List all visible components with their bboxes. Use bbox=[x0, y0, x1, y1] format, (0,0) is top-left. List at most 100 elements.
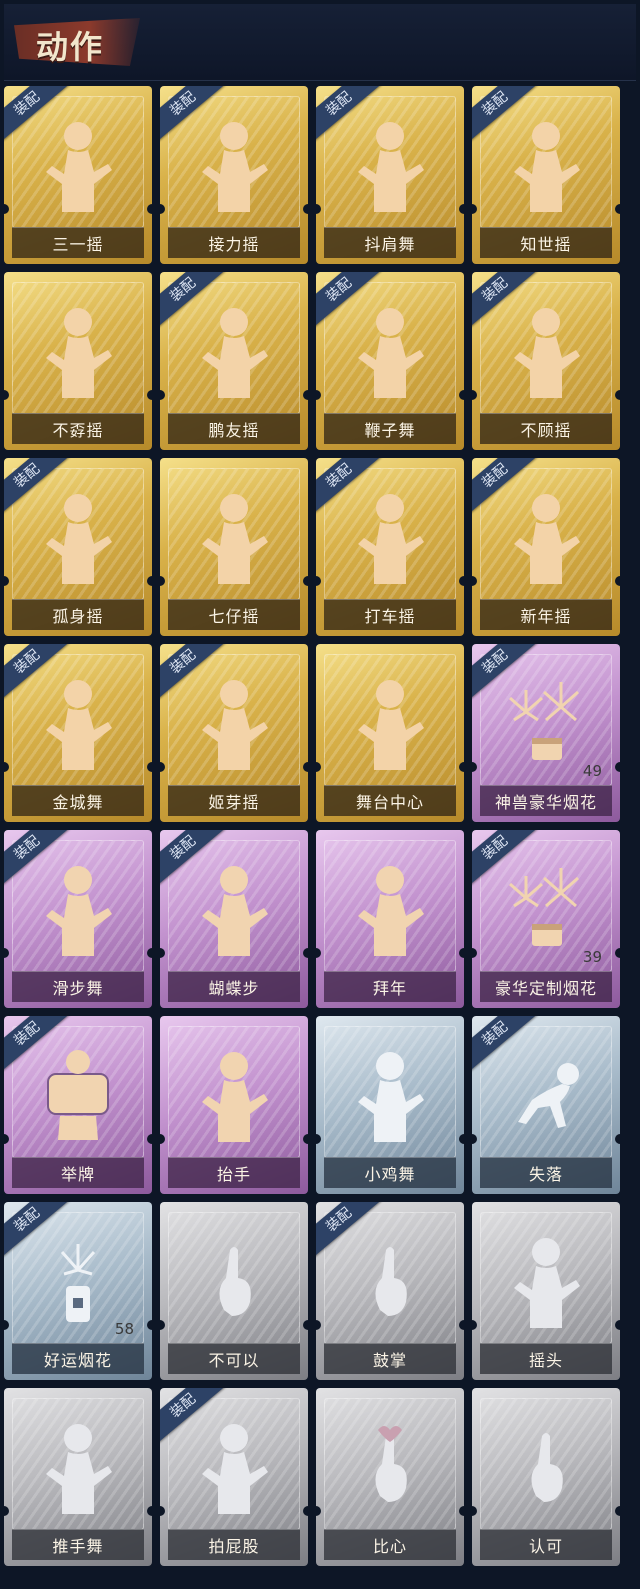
action-name: 举牌 bbox=[60, 1165, 95, 1184]
action-label-bar: 好运烟花 bbox=[12, 1343, 144, 1374]
thumbs-up-icon bbox=[496, 1416, 596, 1516]
action-card[interactable]: 装配 蝴蝶步 bbox=[160, 830, 308, 1008]
card-notch bbox=[472, 948, 477, 958]
card-notch bbox=[4, 1320, 9, 1330]
card-notch bbox=[459, 576, 464, 586]
push-hands-pose-icon bbox=[28, 1416, 128, 1516]
card-notch bbox=[615, 390, 620, 400]
action-name: 滑步舞 bbox=[52, 979, 104, 998]
card-notch bbox=[4, 1134, 9, 1144]
action-grid: 装配 三一摇 装配 接力摇 装配 抖肩舞 装配 知世摇 不孬摇 装配 鹏友摇 装配 鞭子舞 装配 不顾摇 装配… bbox=[4, 86, 620, 1566]
action-card[interactable]: 装配 39 豪华定制烟花 bbox=[472, 830, 620, 1008]
center-stage-pose-icon bbox=[340, 672, 440, 772]
action-name: 孤身摇 bbox=[52, 607, 104, 626]
card-notch bbox=[147, 576, 152, 586]
action-label-bar: 推手舞 bbox=[12, 1529, 144, 1560]
action-card[interactable]: 七仔摇 bbox=[160, 458, 308, 636]
pointing-up-pose-icon bbox=[496, 300, 596, 400]
music-note-pose-icon bbox=[340, 486, 440, 586]
action-card[interactable]: 不可以 bbox=[160, 1202, 308, 1380]
action-label-bar: 新年摇 bbox=[480, 599, 612, 630]
card-notch bbox=[459, 948, 464, 958]
action-card[interactable]: 装配 新年摇 bbox=[472, 458, 620, 636]
card-notch bbox=[303, 390, 308, 400]
card-notch bbox=[472, 762, 477, 772]
action-card[interactable]: 装配 打车摇 bbox=[316, 458, 464, 636]
action-name: 鞭子舞 bbox=[364, 421, 416, 440]
action-label-bar: 滑步舞 bbox=[12, 971, 144, 1002]
card-notch bbox=[303, 1506, 308, 1516]
action-name: 三一摇 bbox=[52, 235, 104, 254]
card-notch bbox=[160, 1134, 165, 1144]
action-card[interactable]: 装配 姬芽摇 bbox=[160, 644, 308, 822]
card-notch bbox=[316, 1320, 321, 1330]
card-notch bbox=[160, 390, 165, 400]
action-label-bar: 金城舞 bbox=[12, 785, 144, 816]
action-card[interactable]: 装配 49 神兽豪华烟花 bbox=[472, 644, 620, 822]
sway-pose-icon bbox=[184, 672, 284, 772]
action-card[interactable]: 装配 金城舞 bbox=[4, 644, 152, 822]
action-label-bar: 拍屁股 bbox=[168, 1529, 300, 1560]
section-title: 动作 bbox=[36, 28, 105, 66]
action-card[interactable]: 装配 抖肩舞 bbox=[316, 86, 464, 264]
action-card[interactable]: 比心 bbox=[316, 1388, 464, 1566]
action-label-bar: 小鸡舞 bbox=[324, 1157, 456, 1188]
card-notch bbox=[160, 1506, 165, 1516]
action-card[interactable]: 装配 拍屁股 bbox=[160, 1388, 308, 1566]
card-notch bbox=[316, 1506, 321, 1516]
heart-dance-pose-icon bbox=[340, 300, 440, 400]
action-card[interactable]: 认可 bbox=[472, 1388, 620, 1566]
action-card[interactable]: 抬手 bbox=[160, 1016, 308, 1194]
action-card[interactable]: 装配 58 好运烟花 bbox=[4, 1202, 152, 1380]
action-label-bar: 比心 bbox=[324, 1529, 456, 1560]
action-card[interactable]: 装配 不顾摇 bbox=[472, 272, 620, 450]
action-name: 推手舞 bbox=[52, 1537, 104, 1556]
action-card[interactable]: 不孬摇 bbox=[4, 272, 152, 450]
action-card[interactable]: 小鸡舞 bbox=[316, 1016, 464, 1194]
section-header: 动作 bbox=[4, 4, 636, 81]
action-card[interactable]: 装配 接力摇 bbox=[160, 86, 308, 264]
action-name: 小鸡舞 bbox=[364, 1165, 416, 1184]
action-label-bar: 摇头 bbox=[480, 1343, 612, 1374]
card-notch bbox=[4, 948, 9, 958]
star-dance-pose-icon bbox=[28, 486, 128, 586]
action-name: 鹏友摇 bbox=[208, 421, 260, 440]
action-card[interactable]: 装配 举牌 bbox=[4, 1016, 152, 1194]
action-name: 神兽豪华烟花 bbox=[494, 793, 597, 812]
clapping-hands-icon bbox=[340, 1230, 440, 1330]
new-year-greeting-pose-icon bbox=[340, 858, 440, 958]
action-label-bar: 舞台中心 bbox=[324, 785, 456, 816]
action-card[interactable]: 舞台中心 bbox=[316, 644, 464, 822]
action-card[interactable]: 摇头 bbox=[472, 1202, 620, 1380]
action-card[interactable]: 装配 失落 bbox=[472, 1016, 620, 1194]
action-label-bar: 蝴蝶步 bbox=[168, 971, 300, 1002]
wave-pose-icon bbox=[28, 672, 128, 772]
card-notch bbox=[147, 1320, 152, 1330]
fireworks-icon bbox=[496, 672, 596, 772]
action-name: 不可以 bbox=[208, 1351, 260, 1370]
card-notch bbox=[4, 1506, 9, 1516]
action-name: 新年摇 bbox=[520, 607, 572, 626]
hands-on-hips-pose-icon bbox=[184, 114, 284, 214]
action-card[interactable]: 装配 鼓掌 bbox=[316, 1202, 464, 1380]
action-card[interactable]: 装配 三一摇 bbox=[4, 86, 152, 264]
card-notch bbox=[160, 948, 165, 958]
action-card[interactable]: 装配 知世摇 bbox=[472, 86, 620, 264]
card-notch bbox=[147, 390, 152, 400]
action-label-bar: 姬芽摇 bbox=[168, 785, 300, 816]
card-notch bbox=[472, 1134, 477, 1144]
action-card[interactable]: 装配 鞭子舞 bbox=[316, 272, 464, 450]
action-name: 知世摇 bbox=[520, 235, 572, 254]
action-card[interactable]: 推手舞 bbox=[4, 1388, 152, 1566]
action-card[interactable]: 装配 鹏友摇 bbox=[160, 272, 308, 450]
action-name: 舞台中心 bbox=[355, 793, 424, 812]
slide-dance-pose-icon bbox=[28, 858, 128, 958]
action-card[interactable]: 拜年 bbox=[316, 830, 464, 1008]
card-notch bbox=[615, 1506, 620, 1516]
action-card[interactable]: 装配 滑步舞 bbox=[4, 830, 152, 1008]
card-notch bbox=[472, 1506, 477, 1516]
action-card[interactable]: 装配 孤身摇 bbox=[4, 458, 152, 636]
shoulder-dance-pose-icon bbox=[340, 114, 440, 214]
action-name: 抬手 bbox=[216, 1165, 251, 1184]
action-name: 豪华定制烟花 bbox=[494, 979, 597, 998]
